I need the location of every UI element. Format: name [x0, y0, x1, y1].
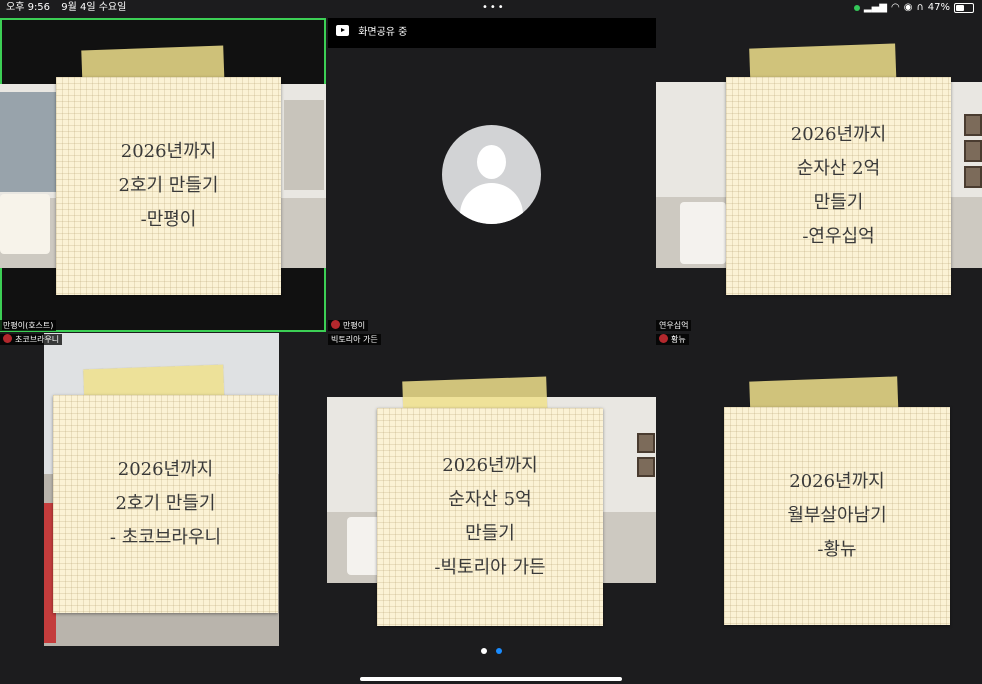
- default-avatar-icon: [442, 125, 541, 224]
- video-tile-4[interactable]: 2026년까지 2호기 만들기 - 초코브라우니: [44, 333, 279, 646]
- sticky-note: 2026년까지 월부살아남기 -황뉴: [724, 407, 950, 625]
- wifi-icon: ◠: [890, 2, 900, 13]
- avatar-badge-icon: [3, 334, 12, 343]
- status-right: ▂▄▆ ◠ ◉ ∩ 47%: [853, 0, 974, 16]
- battery-percent: 47%: [927, 2, 950, 13]
- note-line: -연우십억: [802, 226, 875, 247]
- battery-icon: [954, 3, 974, 13]
- sticky-note: 2026년까지 순자산 5억 만들기 -빅토리아 가든: [377, 408, 603, 626]
- note-line: -황뉴: [817, 539, 857, 560]
- video-tile-1[interactable]: 2026년까지 2호기 만들기 -만평이: [0, 18, 326, 332]
- note-line: 2026년까지: [790, 124, 887, 145]
- note-line: -만평이: [140, 209, 197, 230]
- screen-share-banner[interactable]: 화면공유 중: [328, 18, 656, 48]
- page-dot[interactable]: [496, 648, 502, 654]
- page-indicator[interactable]: [481, 648, 502, 654]
- note-line: - 초코브라우니: [109, 527, 222, 548]
- screen-share-label: 화면공유 중: [358, 27, 408, 38]
- sticky-note: 2026년까지 2호기 만들기 -만평이: [56, 77, 281, 295]
- note-line: 2026년까지: [117, 459, 214, 480]
- note-line: 만들기: [813, 192, 864, 213]
- status-date: 9월 4일 수요일: [61, 2, 127, 13]
- status-time: 오후 9:56: [6, 2, 51, 13]
- note-line: 만들기: [465, 523, 515, 544]
- participant-name-label: 만평이: [328, 320, 369, 331]
- cellular-signal-icon: ▂▄▆: [863, 2, 887, 13]
- avatar-badge-icon: [659, 334, 668, 343]
- sticky-note: 2026년까지 2호기 만들기 - 초코브라우니: [53, 395, 278, 613]
- participant-name-label: 만평이(호스트): [0, 320, 57, 331]
- note-line: 2호기 만들기: [115, 493, 216, 514]
- note-line: -빅토리아 가든: [434, 557, 546, 578]
- note-line: 순자산 5억: [448, 489, 532, 510]
- note-line: 2026년까지: [789, 471, 885, 492]
- location-icon: ◉: [903, 2, 913, 13]
- status-bar: 오후 9:56 9월 4일 수요일 ••• ▂▄▆ ◠ ◉ ∩ 47%: [0, 0, 982, 16]
- note-line: 순자산 2억: [796, 158, 881, 179]
- participant-name-label: 황뉴: [656, 334, 689, 345]
- note-line: 월부살아남기: [787, 505, 887, 526]
- camera-in-use-icon: [853, 5, 860, 11]
- headphones-icon: ∩: [916, 2, 924, 13]
- note-line: 2026년까지: [120, 141, 217, 162]
- page-dot[interactable]: [481, 648, 487, 654]
- video-tile-6[interactable]: 2026년까지 월부살아남기 -황뉴: [656, 333, 982, 646]
- status-left: 오후 9:56 9월 4일 수요일: [6, 0, 134, 16]
- sticky-note: 2026년까지 순자산 2억 만들기 -연우십억: [726, 77, 951, 295]
- note-line: 2026년까지: [442, 455, 538, 476]
- participant-name-label: 초코브라우니: [0, 334, 63, 345]
- avatar-badge-icon: [331, 320, 340, 329]
- video-tile-5[interactable]: 2026년까지 순자산 5억 만들기 -빅토리아 가든: [327, 333, 656, 646]
- screen-share-icon: [336, 25, 349, 36]
- note-line: 2호기 만들기: [118, 175, 219, 196]
- participant-name-label: 연우십억: [656, 320, 692, 331]
- participant-name-label: 빅토리아 가든: [328, 334, 381, 345]
- home-indicator[interactable]: [360, 677, 622, 681]
- video-tile-3[interactable]: 2026년까지 순자산 2억 만들기 -연우십억: [656, 18, 982, 332]
- multitasking-dots-icon[interactable]: •••: [482, 0, 506, 16]
